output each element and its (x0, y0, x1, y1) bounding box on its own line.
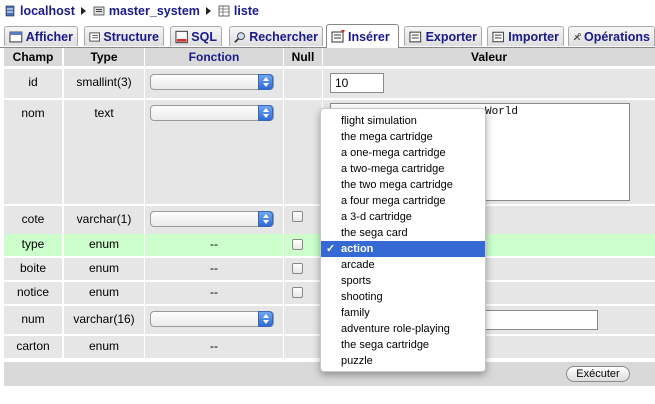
dropdown-option[interactable]: a 3-d cartridge (321, 209, 485, 225)
header-champ: Champ (4, 48, 62, 66)
field-type: varchar(1) (76, 212, 132, 226)
tab-inserer[interactable]: Insérer (326, 24, 399, 48)
dropdown-option-label: action (341, 243, 374, 255)
tab-operations-label: Opérations (584, 29, 650, 44)
value-input-id[interactable]: 10 (330, 73, 384, 93)
field-type: enum (88, 339, 120, 353)
breadcrumb: localhost master_system liste (0, 0, 655, 22)
server-icon (5, 5, 15, 17)
insert-icon (331, 29, 345, 42)
function-select[interactable] (150, 311, 274, 327)
database-icon (93, 6, 105, 16)
breadcrumb-server[interactable]: localhost (4, 4, 75, 18)
field-name: num (21, 312, 45, 326)
dropdown-option[interactable]: a one-mega cartridge (321, 145, 485, 161)
field-name: type (21, 237, 45, 251)
function-none: -- (210, 261, 218, 275)
header-null: Null (284, 48, 322, 66)
dropdown-option[interactable]: the sega cartridge (321, 337, 485, 353)
structure-icon (89, 32, 101, 41)
table-row: id smallint(3) 10 (4, 69, 655, 98)
dropdown-option[interactable]: a four mega cartridge (321, 193, 485, 209)
search-icon (234, 31, 245, 43)
null-checkbox[interactable] (292, 211, 303, 222)
dropdown-option[interactable]: shooting (321, 289, 485, 305)
field-type: smallint(3) (76, 75, 132, 89)
enum-dropdown-menu[interactable]: flight simulation the mega cartridge a o… (320, 108, 486, 372)
field-name: notice (16, 285, 50, 299)
field-type: text (94, 106, 114, 120)
breadcrumb-separator (80, 7, 86, 15)
breadcrumb-table-label: liste (233, 4, 259, 18)
field-name: cote (21, 212, 45, 226)
function-none: -- (210, 339, 218, 353)
tab-inserer-label: Insérer (348, 29, 390, 44)
tab-exporter[interactable]: Exporter (404, 26, 482, 46)
select-arrows-icon (258, 74, 273, 90)
tab-rechercher[interactable]: Rechercher (229, 26, 323, 46)
function-none: -- (210, 237, 218, 251)
execute-button[interactable]: Exécuter (566, 366, 630, 382)
field-type: varchar(16) (73, 312, 135, 326)
null-checkbox[interactable] (292, 263, 303, 274)
breadcrumb-database-label: master_system (108, 4, 200, 18)
header-type: Type (64, 48, 144, 66)
tab-sql-label: SQL (191, 29, 217, 44)
tab-afficher[interactable]: Afficher (4, 26, 78, 46)
dropdown-option[interactable]: flight simulation (321, 113, 485, 129)
dropdown-option[interactable]: adventure role-playing (321, 321, 485, 337)
tab-importer[interactable]: Importer (487, 26, 564, 46)
breadcrumb-database[interactable]: master_system (93, 4, 200, 18)
null-checkbox[interactable] (292, 239, 303, 250)
import-icon (492, 31, 504, 42)
select-arrows-icon (258, 311, 273, 327)
function-none: -- (210, 285, 218, 299)
tab-afficher-label: Afficher (25, 29, 73, 44)
function-select[interactable] (150, 74, 274, 90)
tab-importer-label: Importer (508, 29, 559, 44)
value-input-num[interactable] (482, 310, 598, 330)
field-type: enum (88, 237, 120, 251)
function-select[interactable] (150, 211, 274, 227)
tab-structure-label: Structure (103, 29, 159, 44)
dropdown-option[interactable]: sports (321, 273, 485, 289)
tab-exporter-label: Exporter (425, 29, 477, 44)
header-fonction[interactable]: Fonction (145, 48, 283, 66)
field-name: nom (21, 106, 45, 120)
null-checkbox[interactable] (292, 287, 303, 298)
tab-rechercher-label: Rechercher (249, 29, 318, 44)
tab-sql[interactable]: SQL (170, 26, 222, 46)
breadcrumb-server-label: localhost (20, 4, 75, 18)
sql-icon (175, 30, 188, 43)
browse-icon (9, 31, 23, 42)
field-name: carton (16, 339, 50, 353)
breadcrumb-separator (205, 7, 211, 15)
checkmark-icon: ✓ (326, 243, 336, 255)
header-valeur: Valeur (323, 48, 655, 66)
breadcrumb-table[interactable]: liste (218, 4, 259, 18)
dropdown-option[interactable]: a two-mega cartridge (321, 161, 485, 177)
dropdown-option[interactable]: arcade (321, 257, 485, 273)
field-type: enum (88, 261, 120, 275)
dropdown-option[interactable]: puzzle (321, 353, 485, 369)
operations-icon (573, 32, 581, 40)
dropdown-option-selected[interactable]: ✓ action (321, 241, 485, 257)
export-icon (409, 31, 422, 42)
dropdown-option[interactable]: the sega card (321, 225, 485, 241)
dropdown-option[interactable]: family (321, 305, 485, 321)
tab-bar: Afficher Structure SQL Rechercher Insére… (0, 24, 655, 48)
select-arrows-icon (258, 211, 273, 227)
dropdown-option[interactable]: the mega cartridge (321, 129, 485, 145)
field-name: id (28, 75, 38, 89)
field-name: boite (19, 261, 47, 275)
field-type: enum (88, 285, 120, 299)
table-icon (218, 5, 230, 17)
select-arrows-icon (258, 105, 273, 121)
tab-operations[interactable]: Opérations (568, 26, 655, 46)
function-select[interactable] (150, 105, 274, 121)
dropdown-option[interactable]: the two mega cartridge (321, 177, 485, 193)
tab-structure[interactable]: Structure (84, 26, 164, 46)
